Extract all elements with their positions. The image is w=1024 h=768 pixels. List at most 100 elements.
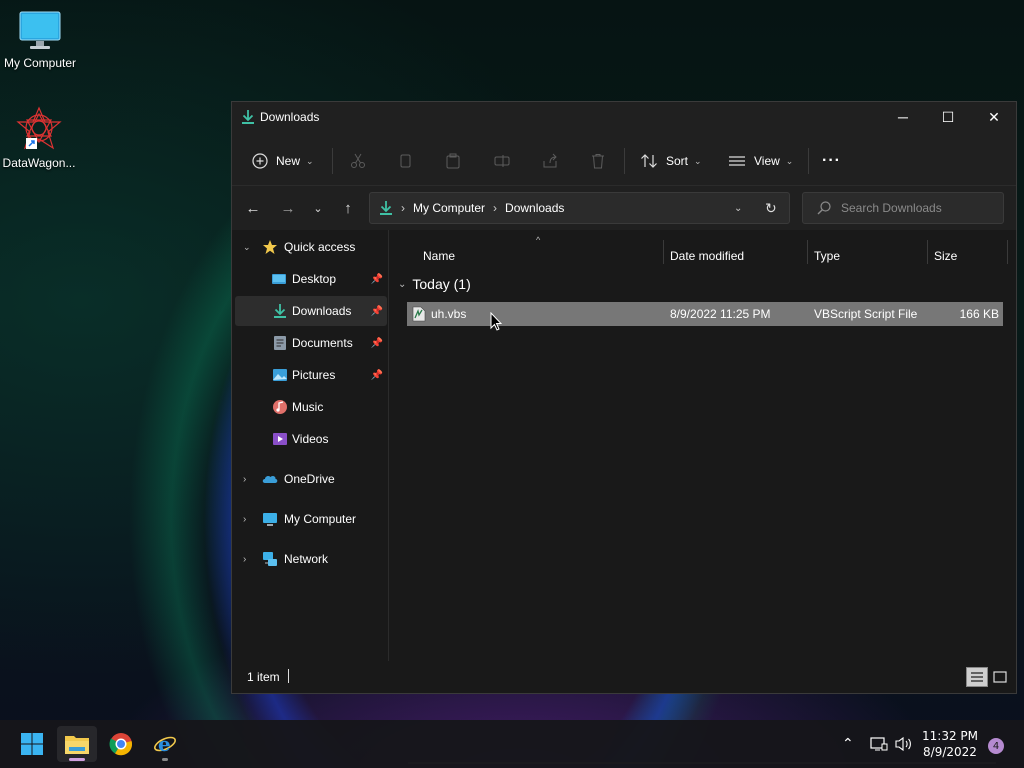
chrome-icon xyxy=(109,733,133,756)
forward-button[interactable]: → xyxy=(277,197,299,219)
tiles-view-button[interactable] xyxy=(990,667,1010,687)
desktop-icon-datawagon[interactable]: DataWagon... xyxy=(0,106,79,170)
search-box[interactable] xyxy=(802,192,1004,224)
chevron-down-icon: ⌄ xyxy=(306,155,314,166)
column-header-date-modified[interactable]: Date modified xyxy=(670,244,744,268)
new-button[interactable]: New ⌄ xyxy=(252,148,314,174)
copy-icon xyxy=(400,154,411,168)
nav-label: Documents xyxy=(292,336,353,350)
windows-logo-icon xyxy=(21,733,43,755)
nav-label: Music xyxy=(292,400,324,414)
desktop-icon-my-computer[interactable]: My Computer xyxy=(0,10,80,70)
running-indicator xyxy=(162,758,168,761)
breadcrumb-separator: › xyxy=(401,201,405,215)
breadcrumb-separator: › xyxy=(493,201,498,215)
refresh-button[interactable]: ↻ xyxy=(765,200,777,217)
maximize-button[interactable]: ☐ xyxy=(925,102,971,132)
chevron-down-icon: ⌄ xyxy=(785,155,794,166)
minimize-button[interactable]: ─ xyxy=(880,102,926,132)
new-label: New xyxy=(276,154,301,168)
start-button[interactable] xyxy=(12,726,52,762)
videos-icon xyxy=(273,433,287,445)
desktop-icon-label: DataWagon... xyxy=(2,156,76,170)
clock[interactable]: 11:32 PM 8/9/2022 xyxy=(922,728,978,760)
nav-label: Videos xyxy=(292,432,329,446)
address-history-dropdown[interactable]: ⌄ xyxy=(734,203,742,214)
desktop-icon-label: My Computer xyxy=(3,56,77,70)
plus-circle-icon xyxy=(252,153,268,169)
close-button[interactable]: ✕ xyxy=(971,102,1017,132)
nav-item-documents[interactable]: Documents 📌 xyxy=(235,328,387,358)
star-icon xyxy=(263,240,277,254)
network-status-icon xyxy=(870,737,888,751)
show-hidden-icons[interactable]: ⌃ xyxy=(842,720,854,768)
breadcrumb-downloads[interactable]: Downloads xyxy=(505,201,564,215)
network-status[interactable] xyxy=(870,720,888,768)
scissors-icon xyxy=(351,153,365,168)
more-options-button[interactable]: ··· xyxy=(822,148,841,174)
copy-button[interactable] xyxy=(398,148,414,174)
column-header-size[interactable]: Size xyxy=(934,244,957,268)
nav-item-videos[interactable]: Videos xyxy=(235,424,387,454)
nav-item-network[interactable]: › Network xyxy=(235,544,387,574)
arrow-up-icon: ↑ xyxy=(344,199,352,217)
cut-button[interactable] xyxy=(350,148,366,174)
status-divider xyxy=(288,669,289,683)
share-button[interactable] xyxy=(542,148,558,174)
status-bar: 1 item xyxy=(232,661,1016,693)
mouse-cursor xyxy=(490,312,502,331)
column-header-type[interactable]: Type xyxy=(814,244,840,268)
column-divider[interactable] xyxy=(1007,240,1008,264)
chevron-down-icon: ⌄ xyxy=(313,202,323,215)
desktop-folder-icon xyxy=(272,274,286,284)
sort-button[interactable]: Sort ⌄ xyxy=(640,148,702,174)
address-bar[interactable]: › My Computer › Downloads ⌄ ↻ xyxy=(369,192,790,224)
ellipsis-icon: ··· xyxy=(822,152,841,169)
nav-label: My Computer xyxy=(284,512,357,526)
nav-item-my-computer[interactable]: › My Computer xyxy=(235,504,387,534)
sort-label: Sort xyxy=(666,154,689,168)
paste-button[interactable] xyxy=(445,148,461,174)
search-input[interactable] xyxy=(841,201,991,215)
delete-button[interactable] xyxy=(590,148,606,174)
toolbar-divider xyxy=(624,148,625,174)
breadcrumb-my-computer[interactable]: My Computer xyxy=(413,201,485,215)
nav-item-music[interactable]: Music xyxy=(235,392,387,422)
rename-button[interactable] xyxy=(494,148,510,174)
recent-locations-button[interactable]: ⌄ xyxy=(307,197,329,219)
taskbar-chrome[interactable] xyxy=(101,726,141,762)
details-view-button[interactable] xyxy=(966,667,988,687)
toolbar-divider xyxy=(332,148,333,174)
navigation-pane: ⌄ Quick access Desktop 📌 Downloads 📌 Doc… xyxy=(232,230,389,661)
taskbar-file-explorer[interactable] xyxy=(57,726,97,762)
group-label: Today (1) xyxy=(412,276,471,292)
column-divider[interactable] xyxy=(927,240,928,264)
column-header-name[interactable]: Name xyxy=(423,244,455,268)
nav-label: Quick access xyxy=(284,240,356,254)
up-button[interactable]: ↑ xyxy=(337,197,359,219)
refresh-icon: ↻ xyxy=(765,199,777,216)
downloads-icon xyxy=(274,304,286,318)
monitor-icon xyxy=(263,513,277,526)
nav-item-downloads[interactable]: Downloads 📌 xyxy=(235,296,387,326)
notification-badge[interactable]: 4 xyxy=(988,738,1004,754)
title-bar[interactable]: Downloads ─ ☐ ✕ xyxy=(232,102,1016,134)
monitor-icon xyxy=(19,11,61,49)
nav-item-desktop[interactable]: Desktop 📌 xyxy=(235,264,387,294)
nav-item-onedrive[interactable]: › OneDrive xyxy=(235,464,387,494)
column-divider[interactable] xyxy=(807,240,808,264)
group-header-today[interactable]: ⌄ Today (1) xyxy=(398,276,471,292)
clipboard-icon xyxy=(446,153,460,169)
view-button[interactable]: View ⌄ xyxy=(728,148,793,174)
share-icon xyxy=(543,153,557,168)
column-divider[interactable] xyxy=(663,240,664,264)
notification-count: 4 xyxy=(992,740,1000,752)
volume-control[interactable] xyxy=(895,720,913,768)
view-list-icon xyxy=(729,156,745,166)
taskbar-internet-explorer[interactable]: e xyxy=(145,726,185,762)
back-button[interactable]: ← xyxy=(242,197,264,219)
nav-item-pictures[interactable]: Pictures 📌 xyxy=(235,360,387,390)
nav-quick-access[interactable]: ⌄ Quick access xyxy=(235,232,387,262)
file-type: VBScript Script File xyxy=(814,307,918,321)
svg-text:e: e xyxy=(158,732,171,756)
